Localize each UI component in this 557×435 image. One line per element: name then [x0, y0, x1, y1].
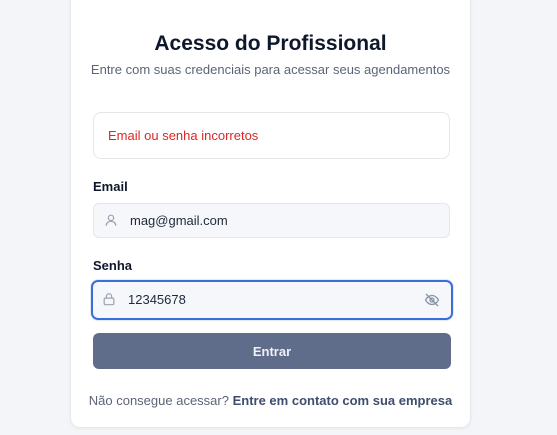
- page-title: Acesso do Profissional: [154, 32, 387, 55]
- email-label: Email: [93, 179, 128, 194]
- email-field[interactable]: mag@gmail.com: [93, 203, 450, 238]
- password-label: Senha: [93, 258, 133, 273]
- eye-off-icon[interactable]: [424, 292, 440, 308]
- email-value: mag@gmail.com: [130, 213, 228, 228]
- password-value: 12345678: [128, 292, 186, 307]
- submit-button[interactable]: Entrar: [93, 333, 451, 369]
- contact-company-link[interactable]: Entre em contato com sua empresa: [233, 393, 453, 408]
- lock-icon: [103, 293, 115, 306]
- error-message: Email ou senha incorretos: [108, 128, 259, 143]
- submit-label: Entrar: [252, 343, 292, 359]
- login-card: Acesso do Profissional Entre com suas cr…: [70, 0, 471, 428]
- footer-help: Não consegue acessar? Entre em contato c…: [71, 393, 470, 408]
- error-alert: Email ou senha incorretos: [93, 112, 450, 159]
- user-icon: [105, 214, 117, 226]
- page-subtitle: Entre com suas credenciais para acessar …: [90, 62, 451, 77]
- footer-text: Não consegue acessar?: [88, 393, 229, 408]
- password-field[interactable]: 12345678: [91, 280, 453, 320]
